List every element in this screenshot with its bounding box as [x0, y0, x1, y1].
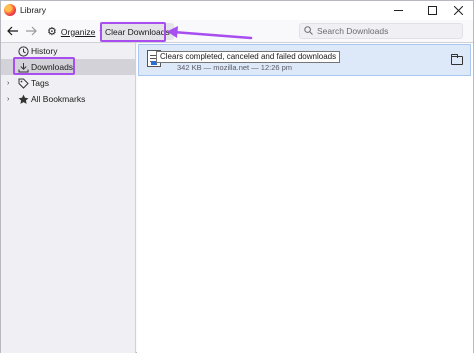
organize-label: Organize [60, 26, 96, 37]
gear-icon: ⚙ [47, 26, 57, 38]
search-input[interactable] [317, 26, 457, 36]
download-meta: 342 KB — mozilla.net — 12:26 pm [177, 63, 293, 72]
search-field[interactable] [299, 23, 463, 39]
toolbar: ⚙ Organize ▾ Clear Downloads [1, 20, 473, 43]
clock-icon [17, 45, 29, 57]
window-title: Library [20, 5, 46, 15]
close-icon [453, 6, 463, 15]
firefox-logo-icon [4, 4, 16, 16]
sidebar-item-label: Tags [31, 78, 49, 88]
sidebar-item-tags[interactable]: › Tags [1, 75, 135, 91]
organize-menu-button[interactable]: ⚙ Organize ▾ [45, 23, 104, 40]
expand-chevron-icon[interactable]: › [7, 80, 9, 87]
maximize-icon [427, 6, 437, 15]
tag-icon [17, 77, 29, 89]
sidebar-item-label: Downloads [31, 62, 74, 72]
downloads-list: Clears completed, canceled and failed do… [137, 43, 473, 353]
star-icon [17, 93, 29, 105]
minimize-button[interactable] [383, 1, 413, 20]
show-in-folder-button[interactable] [450, 53, 464, 66]
minimize-icon [393, 10, 403, 11]
arrow-right-icon [26, 26, 37, 36]
download-item[interactable]: Clears completed, canceled and failed do… [138, 44, 471, 76]
download-icon [17, 61, 29, 73]
clear-downloads-button[interactable]: Clear Downloads [101, 23, 174, 40]
folder-icon [451, 53, 463, 65]
sidebar-item-all-bookmarks[interactable]: › All Bookmarks [1, 91, 135, 107]
sidebar-item-history[interactable]: History [1, 43, 135, 59]
title-bar: Library [1, 1, 473, 20]
arrow-left-icon [7, 26, 18, 36]
sidebar: History Downloads › Tags › All Bookmarks [1, 43, 136, 353]
forward-button[interactable] [23, 23, 39, 39]
back-button[interactable] [5, 23, 21, 39]
sidebar-item-downloads[interactable]: Downloads [1, 59, 135, 75]
library-window: Library ⚙ Organize ▾ Clear Downloads [0, 0, 474, 353]
sidebar-item-label: All Bookmarks [31, 94, 86, 104]
sidebar-item-label: History [31, 46, 58, 56]
search-icon [304, 25, 313, 37]
clear-downloads-tooltip: Clears completed, canceled and failed do… [156, 51, 341, 63]
expand-chevron-icon[interactable]: › [7, 96, 9, 103]
close-button[interactable] [443, 1, 473, 20]
